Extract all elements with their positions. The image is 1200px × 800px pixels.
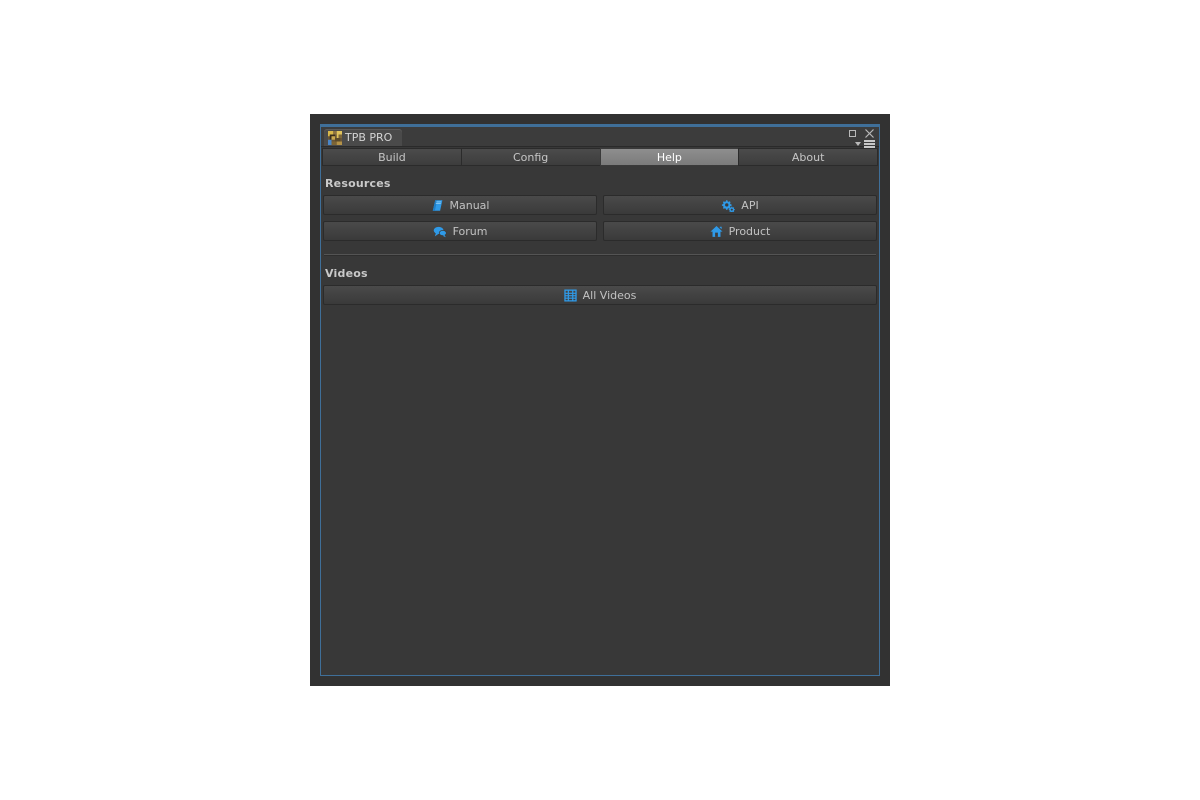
- app-thumbnail-icon: [328, 130, 342, 145]
- manual-button-label: Manual: [449, 198, 490, 212]
- help-tab-content: Resources Manual API Forum Product Video…: [321, 166, 879, 675]
- window-tab-title: TPB PRO: [345, 131, 393, 144]
- resources-section-title: Resources: [325, 177, 391, 190]
- maximize-icon[interactable]: [847, 128, 858, 139]
- tpb-pro-window: TPB PRO Build Config Help About Resource…: [310, 114, 890, 686]
- gears-icon: [722, 199, 736, 212]
- window-panel: TPB PRO Build Config Help About Resource…: [320, 126, 880, 676]
- all-videos-button[interactable]: All Videos: [323, 285, 877, 305]
- tab-build[interactable]: Build: [322, 148, 461, 166]
- home-icon: [710, 225, 723, 237]
- tab-help[interactable]: Help: [599, 148, 739, 166]
- manual-button[interactable]: Manual: [323, 195, 597, 215]
- tab-config[interactable]: Config: [460, 148, 600, 166]
- resources-button-row-2: Forum Product: [323, 221, 877, 241]
- book-icon: [432, 199, 442, 211]
- api-button[interactable]: API: [603, 195, 877, 215]
- window-top-strip: [310, 114, 890, 126]
- window-title-bar: TPB PRO: [321, 127, 879, 148]
- resources-button-row-1: Manual API: [323, 195, 877, 215]
- videos-button-row: All Videos: [323, 285, 877, 305]
- close-icon[interactable]: [864, 128, 875, 139]
- forum-button[interactable]: Forum: [323, 221, 597, 241]
- section-divider: [324, 254, 876, 256]
- film-strip-icon: [563, 288, 577, 302]
- close-x-glyph: [865, 129, 874, 138]
- forum-button-label: Forum: [452, 224, 488, 238]
- api-button-label: API: [741, 198, 759, 212]
- all-videos-button-label: All Videos: [582, 288, 637, 302]
- main-tab-strip: Build Config Help About: [321, 147, 879, 166]
- chevron-down-icon[interactable]: [855, 142, 861, 146]
- speech-bubbles-icon: [433, 226, 447, 237]
- product-button[interactable]: Product: [603, 221, 877, 241]
- videos-section-title: Videos: [325, 267, 368, 280]
- window-controls: [847, 128, 875, 148]
- product-button-label: Product: [728, 224, 771, 238]
- window-tab-handle[interactable]: TPB PRO: [324, 129, 403, 146]
- tab-about[interactable]: About: [738, 148, 878, 166]
- hamburger-menu-icon[interactable]: [864, 140, 875, 148]
